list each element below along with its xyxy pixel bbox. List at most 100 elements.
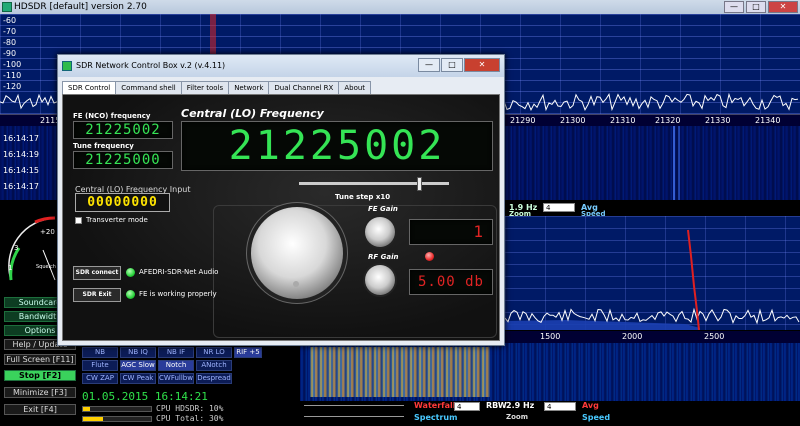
avg-label: Avg [582, 401, 599, 410]
audio-waterfall-signal [310, 347, 490, 397]
tune-step-slider[interactable] [299, 177, 449, 191]
full-screen-button[interactable]: Full Screen [F11] [4, 354, 76, 365]
tab-filter-tools[interactable]: Filter tools [180, 81, 230, 94]
freq-tick: 1500 [540, 332, 561, 341]
top-waterfall-controls: 1.9 Hz 4 Avg Zoom Speed [505, 200, 800, 218]
rbw-select-top[interactable]: 4 [543, 203, 575, 212]
fe-frequency-value: 21225002 [85, 122, 161, 138]
freq-tick: 21310 [610, 116, 636, 125]
rf-gain-knob[interactable] [365, 265, 395, 295]
nb-iq-button[interactable]: NB IQ [120, 347, 156, 358]
central-frequency-value: 21225002 [228, 123, 446, 169]
hdsdr-close-button[interactable]: ✕ [768, 1, 798, 13]
agc-slow-button[interactable]: AGC Slow [120, 360, 156, 371]
rbw-label: RBW [486, 401, 507, 410]
nr-button[interactable]: NR LO [196, 347, 232, 358]
nb-button[interactable]: NB [82, 347, 118, 358]
audio-controls: Waterfall Spectrum 4 RBW 2.9 Hz 4 Avg Sp… [300, 401, 800, 426]
lo-frequency-input[interactable]: 00000000 [75, 193, 170, 212]
rbw-value: 2.9 Hz [506, 401, 535, 410]
squelch-label: Squelch [36, 264, 56, 270]
hdsdr-minimize-button[interactable]: — [724, 1, 744, 13]
dialog-tabs: SDR Control Command shell Filter tools N… [62, 81, 372, 95]
freq-tick: 2000 [622, 332, 643, 341]
tune-frequency-value: 21225000 [85, 152, 161, 168]
tune-frequency-display: 21225000 [73, 151, 173, 169]
fe-gain-label: FE Gain [368, 205, 398, 213]
cpu-hdsdr-text: CPU HDSDR: 10% [156, 404, 224, 413]
rif-button[interactable]: RIF +5 [234, 347, 262, 358]
fe-frequency-display: 21225002 [73, 121, 173, 139]
freq-tick: 21300 [560, 116, 586, 125]
cpu-total-bar [82, 415, 152, 422]
s-meter [8, 216, 56, 281]
dialog-maximize-button[interactable]: □ [441, 58, 463, 72]
dialog-title: SDR Network Control Box v.2 (v.4.11) [76, 61, 226, 70]
hdsdr-app-icon [2, 2, 12, 12]
tuning-knob-dot [293, 281, 299, 287]
spectrum-slider[interactable] [304, 416, 404, 420]
freq-tick: 21330 [705, 116, 731, 125]
freq-tick: 21320 [655, 116, 681, 125]
audio-waterfall[interactable] [300, 343, 800, 401]
dialog-minimize-button[interactable]: — [418, 58, 440, 72]
signal-streak [678, 126, 680, 200]
nb-if-button[interactable]: NB IF [158, 347, 194, 358]
minimize-button[interactable]: Minimize [F3] [4, 387, 76, 398]
freq-tick: 2500 [704, 332, 725, 341]
fe-gain-knob[interactable] [365, 217, 395, 247]
tune-step-thumb[interactable] [417, 177, 422, 191]
tab-command-shell[interactable]: Command shell [115, 81, 182, 94]
waterfall-select[interactable]: 4 [454, 402, 480, 411]
tab-network[interactable]: Network [228, 81, 270, 94]
sdr-control-box-window: SDR Network Control Box v.2 (v.4.11) — □… [57, 54, 505, 346]
gain-indicator-led [425, 252, 434, 261]
waterfall-slider[interactable] [304, 405, 404, 409]
flute-button[interactable]: Flute [82, 360, 118, 371]
cpu-hdsdr-bar [82, 405, 152, 412]
despread-button[interactable]: Despread [196, 373, 232, 384]
waterfall-label: Waterfall [414, 401, 456, 410]
waterfall-time: 16:14:17 [3, 134, 39, 143]
fe-status-led [126, 290, 135, 299]
stop-button[interactable]: Stop [F2] [4, 370, 76, 381]
spectrum-label: Spectrum [414, 413, 458, 422]
tab-dual-channel-rx[interactable]: Dual Channel RX [268, 81, 340, 94]
audio-spectrum-trace [505, 229, 800, 330]
cw-fullbw-button[interactable]: CWFullbw [158, 373, 194, 384]
dialog-close-button[interactable]: ✕ [464, 58, 500, 72]
cw-peak-button[interactable]: CW Peak [120, 373, 156, 384]
anotch-button[interactable]: ANotch [196, 360, 232, 371]
cw-zap-button[interactable]: CW ZAP [82, 373, 118, 384]
cpu-total: CPU Total: 30% [82, 414, 223, 423]
exit-button[interactable]: Exit [F4] [4, 404, 76, 415]
dialog-app-icon [62, 61, 72, 71]
tab-about[interactable]: About [338, 81, 372, 94]
cpu-hdsdr: CPU HDSDR: 10% [82, 404, 223, 413]
audio-spectrum[interactable] [505, 216, 800, 330]
transverter-label: Transverter mode [86, 216, 148, 224]
transverter-checkbox[interactable] [75, 217, 82, 224]
hdsdr-maximize-button[interactable]: □ [746, 1, 766, 13]
rf-gain-label: RF Gain [368, 253, 399, 261]
hdsdr-title: HDSDR [default] version 2.70 [14, 2, 147, 12]
s-meter-label: +20 [40, 228, 55, 236]
signal-streak [673, 126, 675, 200]
sdr-connect-button[interactable]: SDR connect [73, 266, 121, 280]
sdr-exit-button[interactable]: SDR Exit [73, 288, 121, 302]
tuning-knob[interactable] [251, 207, 343, 299]
s-meter-label: 3 [14, 244, 19, 252]
tune-step-track [299, 182, 449, 185]
hdsdr-titlebar: HDSDR [default] version 2.70 — □ ✕ [0, 0, 800, 14]
tab-sdr-control[interactable]: SDR Control [62, 81, 117, 95]
rbw-select[interactable]: 4 [544, 402, 576, 411]
fe-gain-display: 1 [409, 219, 493, 245]
s-meter-label: 1 [8, 264, 13, 272]
fe-frequency-label: FE (NCO) frequency [73, 112, 151, 120]
notch-button[interactable]: Notch [158, 360, 194, 371]
freq-tick: 21290 [510, 116, 536, 125]
cpu-total-text: CPU Total: 30% [156, 414, 224, 423]
tune-step-label: Tune step x10 [335, 193, 391, 201]
waterfall-time: 16:14:15 [3, 166, 39, 175]
freq-tick: 21340 [755, 116, 781, 125]
